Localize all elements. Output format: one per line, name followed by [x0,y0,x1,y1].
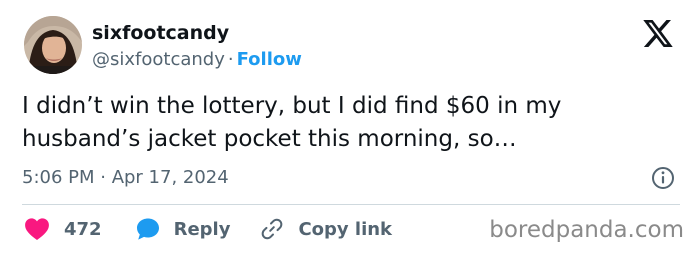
info-icon[interactable] [651,166,675,190]
follow-button[interactable]: Follow [237,49,302,70]
heart-icon [25,218,49,241]
tweet-timestamp[interactable]: 5:06 PM · Apr 17, 2024 [22,167,229,188]
tweet-card: sixfootcandy @sixfootcandy · Follow I didn… [0,0,700,256]
author-handle[interactable]: @sixfootcandy [92,49,225,70]
link-icon [262,218,283,240]
action-bar: 472 Reply Copy link [24,215,392,243]
like-count: 472 [64,218,102,240]
tweet-text: I didn’t win the lottery, but I did find… [22,93,562,152]
reply-button[interactable]: Reply [136,217,231,241]
speech-bubble-icon [136,218,159,240]
reply-label: Reply [173,218,231,240]
author-display-name[interactable]: sixfootcandy [92,22,229,44]
avatar[interactable] [24,16,82,74]
divider [22,204,680,205]
separator-dot: · [227,49,234,70]
user-avatar-photo [24,16,82,74]
copy-link-label: Copy link [298,218,393,240]
like-button[interactable]: 472 [24,217,102,241]
copy-link-button[interactable]: Copy link [260,217,392,241]
author-meta: @sixfootcandy · Follow [92,49,302,70]
x-logo-icon[interactable] [643,20,673,47]
watermark: boredpanda.com [489,217,684,243]
